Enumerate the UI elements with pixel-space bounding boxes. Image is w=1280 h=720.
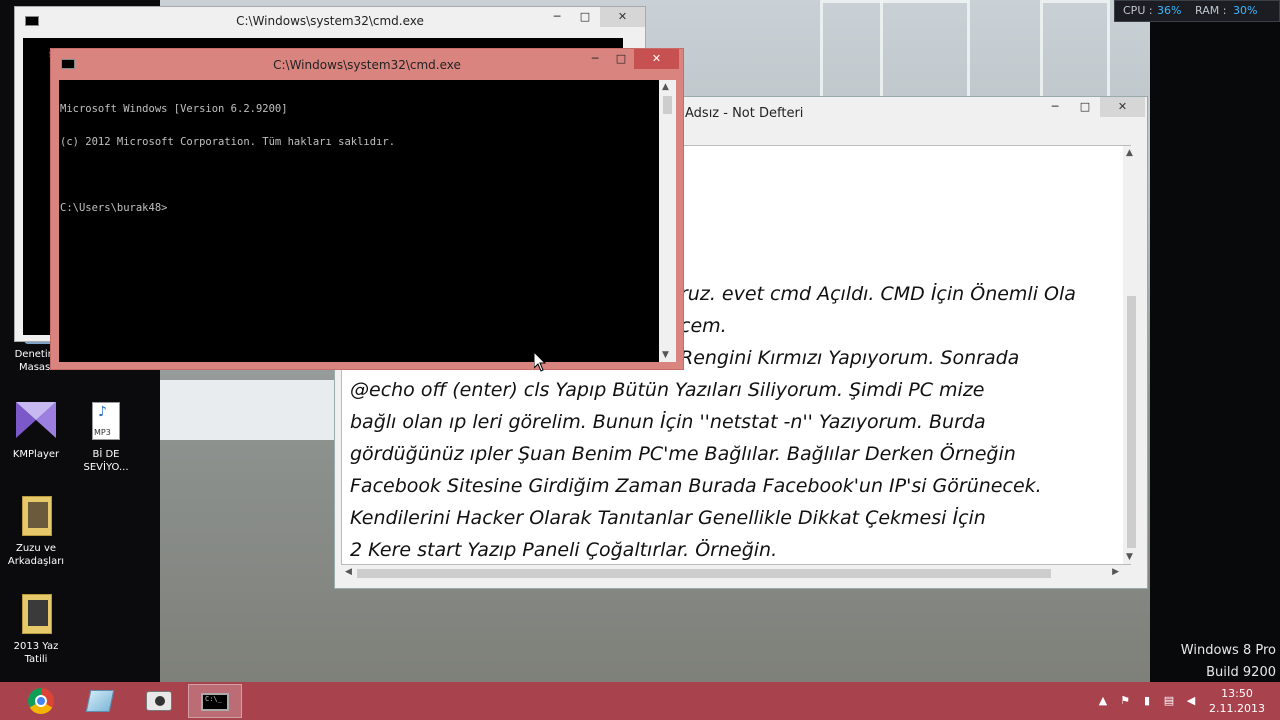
maximize-button[interactable]: □ bbox=[571, 7, 599, 27]
chrome-icon bbox=[28, 688, 54, 714]
notepad-line: bağlı olan ıp leri görelim. Bunun İçin '… bbox=[350, 411, 986, 433]
console-prompt: C:\Users\burak48> bbox=[60, 202, 168, 214]
cmd-window-front[interactable]: C:\Windows\system32\cmd.exe ─ □ ✕ Micros… bbox=[50, 48, 684, 370]
minimize-button[interactable]: ─ bbox=[543, 7, 571, 27]
taskbar-app-chrome[interactable] bbox=[16, 684, 70, 718]
background-tower bbox=[880, 0, 883, 100]
notepad-line: Facebook Sitesine Girdiğim Zaman Burada … bbox=[350, 475, 1042, 497]
notepad-line: Kendilerini Hacker Olarak Tanıtanlar Gen… bbox=[350, 507, 986, 529]
clock-time: 13:50 bbox=[1221, 687, 1253, 700]
close-button[interactable]: ✕ bbox=[1100, 97, 1145, 117]
notepad-line: ruz. evet cmd Açıldı. CMD İçin Önemli Ol… bbox=[680, 283, 1076, 305]
desktop-icon-folder-zuzu[interactable]: Zuzu ve Arkadaşları bbox=[0, 494, 72, 568]
notepad-title: Adsız - Not Defteri bbox=[685, 106, 804, 121]
cmd-icon: C:\_ bbox=[201, 693, 229, 711]
taskbar-clock[interactable]: 13:50 2.11.2013 bbox=[1204, 686, 1270, 716]
desktop-icon-kmplayer[interactable]: KMPlayer bbox=[0, 400, 72, 461]
notepad-horizontal-scrollbar[interactable]: ◀ ▶ bbox=[341, 565, 1123, 582]
desktop-icon-label: 2013 Yaz Tatili bbox=[13, 641, 59, 665]
clock-date: 2.11.2013 bbox=[1209, 702, 1265, 715]
notepad-vertical-scrollbar[interactable]: ▲ ▼ bbox=[1123, 146, 1140, 564]
ram-value: 30% bbox=[1233, 4, 1258, 17]
console-line: Microsoft Windows [Version 6.2.9200] bbox=[60, 103, 288, 115]
cpu-value: 36% bbox=[1157, 4, 1182, 17]
cmd-back-titlebar[interactable]: C:\Windows\system32\cmd.exe ─ □ ✕ bbox=[15, 7, 645, 37]
cmd-front-console[interactable]: Microsoft Windows [Version 6.2.9200] (c)… bbox=[59, 80, 659, 362]
network-icon[interactable]: ▤ bbox=[1162, 694, 1176, 708]
ram-label: RAM : bbox=[1195, 4, 1227, 17]
notepad-line: @echo off (enter) cls Yapıp Bütün Yazıla… bbox=[350, 379, 985, 401]
taskbar: C:\_ ▲ ⚑ ▮ ▤ ◀ 13:50 2.11.2013 bbox=[0, 682, 1280, 720]
minimize-button[interactable]: ─ bbox=[1041, 97, 1069, 117]
notepad-line: Rengini Kırmızı Yapıyorum. Sonrada bbox=[680, 347, 1020, 369]
desktop-icon-label: KMPlayer bbox=[12, 449, 60, 460]
folder-icon bbox=[14, 592, 58, 636]
taskbar-app-camera[interactable] bbox=[132, 684, 186, 718]
taskbar-app-notepad[interactable] bbox=[74, 684, 128, 718]
notepad-line: 2 Kere start Yazıp Paneli Çoğaltırlar. Ö… bbox=[350, 539, 778, 560]
power-icon[interactable]: ▮ bbox=[1140, 694, 1154, 708]
desktop-dark-area-right bbox=[1150, 0, 1280, 682]
console-line: (c) 2012 Microsoft Corporation. Tüm hakl… bbox=[60, 136, 396, 148]
cmd-vertical-scrollbar[interactable]: ▲ ▼ bbox=[659, 80, 676, 362]
volume-icon[interactable]: ◀ bbox=[1184, 694, 1198, 708]
desktop-icon-label: Bİ DE SEVİYO... bbox=[83, 449, 129, 473]
taskbar-app-cmd[interactable]: C:\_ bbox=[188, 684, 242, 718]
notepad-line: gördüğünüz ıpler Şuan Benim PC'me Bağlıl… bbox=[350, 443, 1016, 465]
cpu-label: CPU : bbox=[1123, 4, 1153, 17]
close-button[interactable]: ✕ bbox=[634, 49, 679, 69]
desktop-icon-folder-yaz-tatili[interactable]: 2013 Yaz Tatili bbox=[0, 592, 72, 666]
maximize-button[interactable]: □ bbox=[1071, 97, 1099, 117]
windows-version-watermark: Windows 8 Pro Build 9200 bbox=[1181, 640, 1276, 684]
watermark-build: Build 9200 bbox=[1206, 665, 1276, 680]
mouse-cursor-icon bbox=[534, 352, 546, 372]
notepad-line: cem. bbox=[680, 315, 727, 337]
folder-icon bbox=[14, 494, 58, 538]
watermark-edition: Windows 8 Pro bbox=[1180, 643, 1276, 658]
action-center-flag-icon[interactable]: ⚑ bbox=[1118, 694, 1132, 708]
desktop-icon-label: Zuzu ve Arkadaşları bbox=[7, 543, 65, 567]
minimize-button[interactable]: ─ bbox=[581, 49, 609, 69]
desktop-icon-mp3-file[interactable]: ♪ MP3 Bİ DE SEVİYO... bbox=[70, 400, 142, 474]
show-hidden-icons-chevron-up-icon[interactable]: ▲ bbox=[1096, 694, 1110, 708]
kmplayer-icon bbox=[14, 400, 58, 444]
maximize-button[interactable]: □ bbox=[607, 49, 635, 69]
camera-icon bbox=[146, 691, 172, 711]
background-tower bbox=[1040, 0, 1110, 100]
system-monitor-gadget: CPU : 36% RAM : 30% bbox=[1114, 0, 1280, 22]
mp3-file-icon: ♪ MP3 bbox=[84, 400, 128, 444]
background-tower bbox=[820, 0, 970, 100]
cmd-front-titlebar[interactable]: C:\Windows\system32\cmd.exe ─ □ ✕ bbox=[51, 49, 683, 79]
notepad-icon bbox=[85, 690, 115, 712]
close-button[interactable]: ✕ bbox=[600, 7, 645, 27]
